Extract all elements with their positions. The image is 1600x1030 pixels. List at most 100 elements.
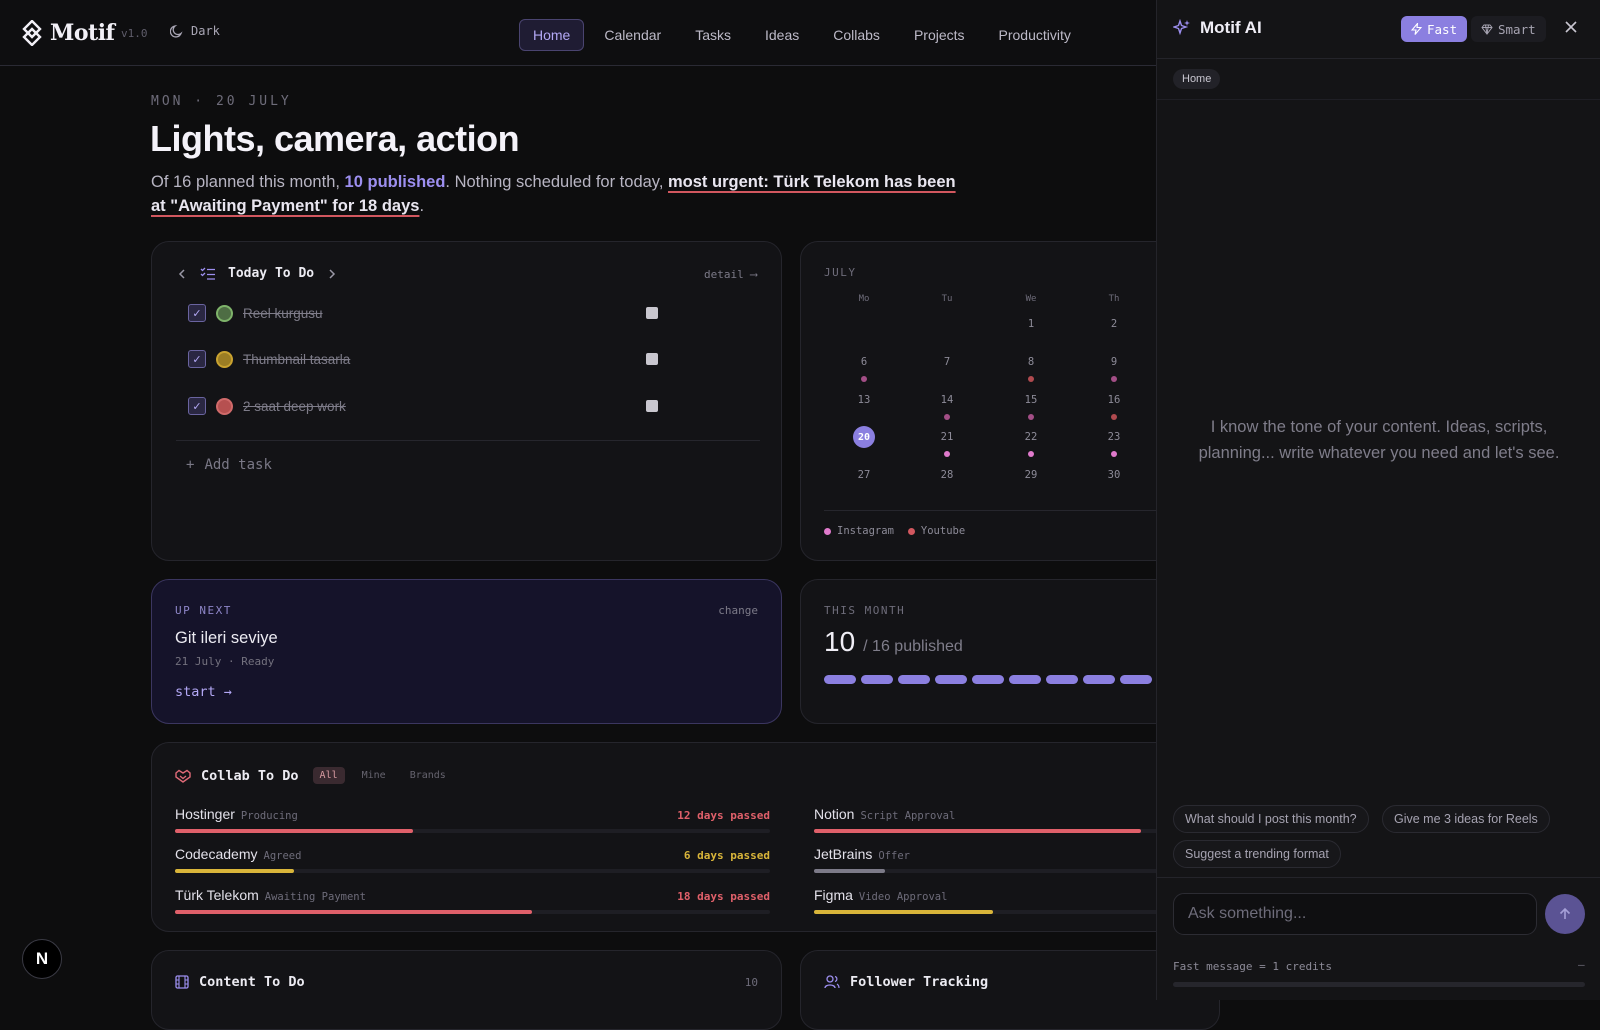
filter-all[interactable]: All bbox=[312, 767, 345, 784]
add-task-button[interactable]: + Add task bbox=[186, 457, 272, 473]
nav-item-home[interactable]: Home bbox=[519, 19, 585, 51]
calendar-day[interactable]: 20 bbox=[844, 426, 884, 448]
calendar-day[interactable]: 22 bbox=[1011, 431, 1051, 457]
close-icon[interactable] bbox=[1563, 19, 1579, 35]
collab-progress-track bbox=[175, 910, 770, 914]
nav-item-productivity[interactable]: Productivity bbox=[985, 19, 1085, 51]
task-label[interactable]: 2 saat deep work bbox=[243, 399, 346, 414]
collab-progress-fill bbox=[175, 910, 532, 914]
content-todo-title: Content To Do bbox=[199, 974, 305, 990]
calendar-day[interactable]: 27 bbox=[844, 469, 884, 481]
nav-item-tasks[interactable]: Tasks bbox=[681, 19, 745, 51]
follower-tracking-title: Follower Tracking bbox=[850, 974, 989, 990]
calendar-day[interactable]: 16 bbox=[1094, 394, 1134, 420]
progress-segment bbox=[1009, 675, 1041, 684]
send-button[interactable] bbox=[1545, 894, 1585, 934]
content-todo-header: Content To Do bbox=[175, 974, 305, 990]
calendar-post-dot bbox=[1028, 376, 1034, 382]
progress-segment bbox=[935, 675, 967, 684]
calendar-day[interactable]: 13 bbox=[844, 394, 884, 406]
calendar-day[interactable]: 6 bbox=[844, 356, 884, 382]
calendar-day-number: 22 bbox=[1024, 431, 1038, 443]
mode-smart-label: Smart bbox=[1498, 21, 1536, 37]
nav-item-calendar[interactable]: Calendar bbox=[590, 19, 675, 51]
ai-message-input[interactable] bbox=[1173, 893, 1537, 935]
moon-icon bbox=[170, 24, 183, 38]
calendar-day[interactable]: 9 bbox=[1094, 356, 1134, 382]
mode-smart-button[interactable]: Smart bbox=[1471, 16, 1546, 42]
legend-label: Instagram bbox=[837, 525, 894, 537]
lightning-icon bbox=[1411, 23, 1422, 35]
calendar-day[interactable]: 14 bbox=[927, 394, 967, 420]
start-button[interactable]: start → bbox=[175, 684, 232, 700]
calendar-day[interactable]: 7 bbox=[927, 356, 967, 368]
calendar-post-dot bbox=[1111, 376, 1117, 382]
change-link[interactable]: change bbox=[718, 604, 758, 617]
progress-segment bbox=[1046, 675, 1078, 684]
divider bbox=[176, 440, 760, 441]
chevron-left-icon[interactable] bbox=[176, 268, 188, 280]
n-badge-button[interactable]: N bbox=[22, 939, 62, 979]
collab-item[interactable]: Codecademy Agreed 6 days passed bbox=[175, 846, 770, 873]
collab-progress-fill bbox=[175, 869, 294, 873]
calendar-day-number: 13 bbox=[857, 394, 871, 406]
calendar-post-dot bbox=[944, 451, 950, 457]
calendar-day[interactable]: 23 bbox=[1094, 431, 1134, 457]
task-color-dot bbox=[216, 350, 233, 368]
task-checkbox[interactable]: ✓ bbox=[188, 350, 206, 368]
summary-middle: . Nothing scheduled for today, bbox=[445, 173, 668, 191]
collab-item[interactable]: Hostinger Producing 12 days passed bbox=[175, 806, 770, 833]
up-next-meta: 21 July · Ready bbox=[175, 655, 275, 668]
note-icon[interactable] bbox=[646, 400, 658, 412]
credit-dash: – bbox=[1578, 958, 1585, 971]
calendar-day[interactable]: 1 bbox=[1011, 318, 1051, 330]
detail-link[interactable]: detail ⟶ bbox=[704, 268, 757, 281]
calendar-day[interactable]: 8 bbox=[1011, 356, 1051, 382]
context-chip[interactable]: Home bbox=[1173, 69, 1221, 89]
collab-item[interactable]: Türk Telekom Awaiting Payment 18 days pass… bbox=[175, 887, 770, 914]
summary-suffix: . bbox=[419, 197, 425, 215]
ai-title: Motif AI bbox=[1173, 18, 1262, 38]
suggestion-chip[interactable]: Suggest a trending format bbox=[1173, 840, 1341, 868]
suggestion-chip[interactable]: What should I post this month? bbox=[1173, 805, 1369, 833]
chevron-right-icon[interactable] bbox=[326, 268, 338, 280]
ai-empty-state: I know the tone of your content. Ideas, … bbox=[1198, 418, 1560, 462]
up-next-title: Git ileri seviye bbox=[175, 629, 278, 647]
collab-progress-fill bbox=[814, 829, 1142, 833]
note-icon[interactable] bbox=[646, 307, 658, 319]
task-checkbox[interactable]: ✓ bbox=[188, 304, 206, 322]
collab-title: Collab To Do bbox=[201, 767, 299, 784]
app-logo[interactable]: Motif bbox=[22, 20, 115, 46]
calendar-day[interactable]: 21 bbox=[927, 431, 967, 457]
task-label[interactable]: Thumbnail tasarla bbox=[243, 352, 350, 367]
plus-icon: + bbox=[186, 457, 195, 473]
task-checkbox[interactable]: ✓ bbox=[188, 397, 206, 415]
app-version: v1.0 bbox=[121, 27, 148, 40]
calendar-day[interactable]: 29 bbox=[1011, 469, 1051, 481]
collab-progress-fill bbox=[175, 829, 413, 833]
content-todo-card: Content To Do 10 bbox=[151, 950, 782, 1030]
calendar-day[interactable]: 30 bbox=[1094, 469, 1134, 481]
sparkles-icon bbox=[1173, 19, 1190, 36]
calendar-day[interactable]: 2 bbox=[1094, 318, 1134, 330]
add-task-label: Add task bbox=[204, 457, 272, 473]
calendar-day[interactable]: 15 bbox=[1011, 394, 1051, 420]
nav-item-ideas[interactable]: Ideas bbox=[751, 19, 813, 51]
calendar-post-dot bbox=[1028, 414, 1034, 420]
nav-item-projects[interactable]: Projects bbox=[900, 19, 979, 51]
collab-header: Collab To Do All Mine Brands bbox=[175, 767, 453, 784]
theme-toggle[interactable]: Dark bbox=[170, 24, 220, 38]
note-icon[interactable] bbox=[646, 353, 658, 365]
weekday-label: Tu bbox=[941, 294, 953, 304]
task-label[interactable]: Reel kurgusu bbox=[243, 306, 323, 321]
calendar-day[interactable]: 28 bbox=[927, 469, 967, 481]
progress-segment bbox=[861, 675, 893, 684]
progress-segment bbox=[1120, 675, 1152, 684]
collab-days-passed: 12 days passed bbox=[677, 809, 770, 822]
nav-item-collabs[interactable]: Collabs bbox=[819, 19, 894, 51]
filter-brands[interactable]: Brands bbox=[403, 767, 453, 784]
filter-mine[interactable]: Mine bbox=[355, 767, 393, 784]
suggestion-chip[interactable]: Give me 3 ideas for Reels bbox=[1382, 805, 1550, 833]
mode-fast-button[interactable]: Fast bbox=[1401, 16, 1468, 42]
handshake-icon bbox=[175, 769, 191, 783]
